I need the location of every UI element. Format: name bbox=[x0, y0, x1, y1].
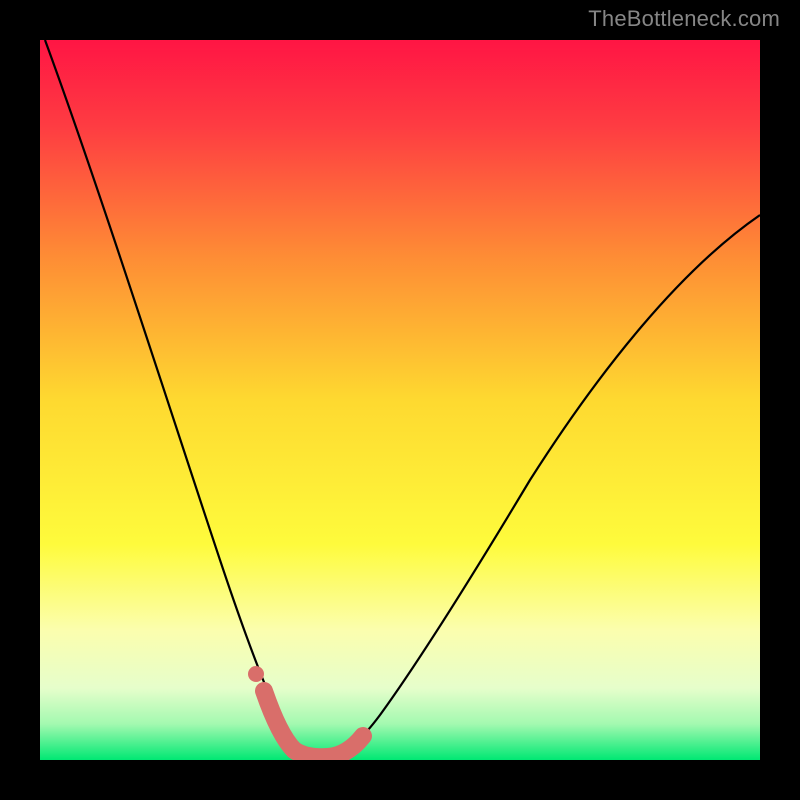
plot-background bbox=[40, 40, 760, 760]
chart-frame: TheBottleneck.com bbox=[0, 0, 800, 800]
watermark-text: TheBottleneck.com bbox=[588, 6, 780, 32]
bottleneck-chart bbox=[40, 40, 760, 760]
highlight-dot bbox=[248, 666, 264, 682]
